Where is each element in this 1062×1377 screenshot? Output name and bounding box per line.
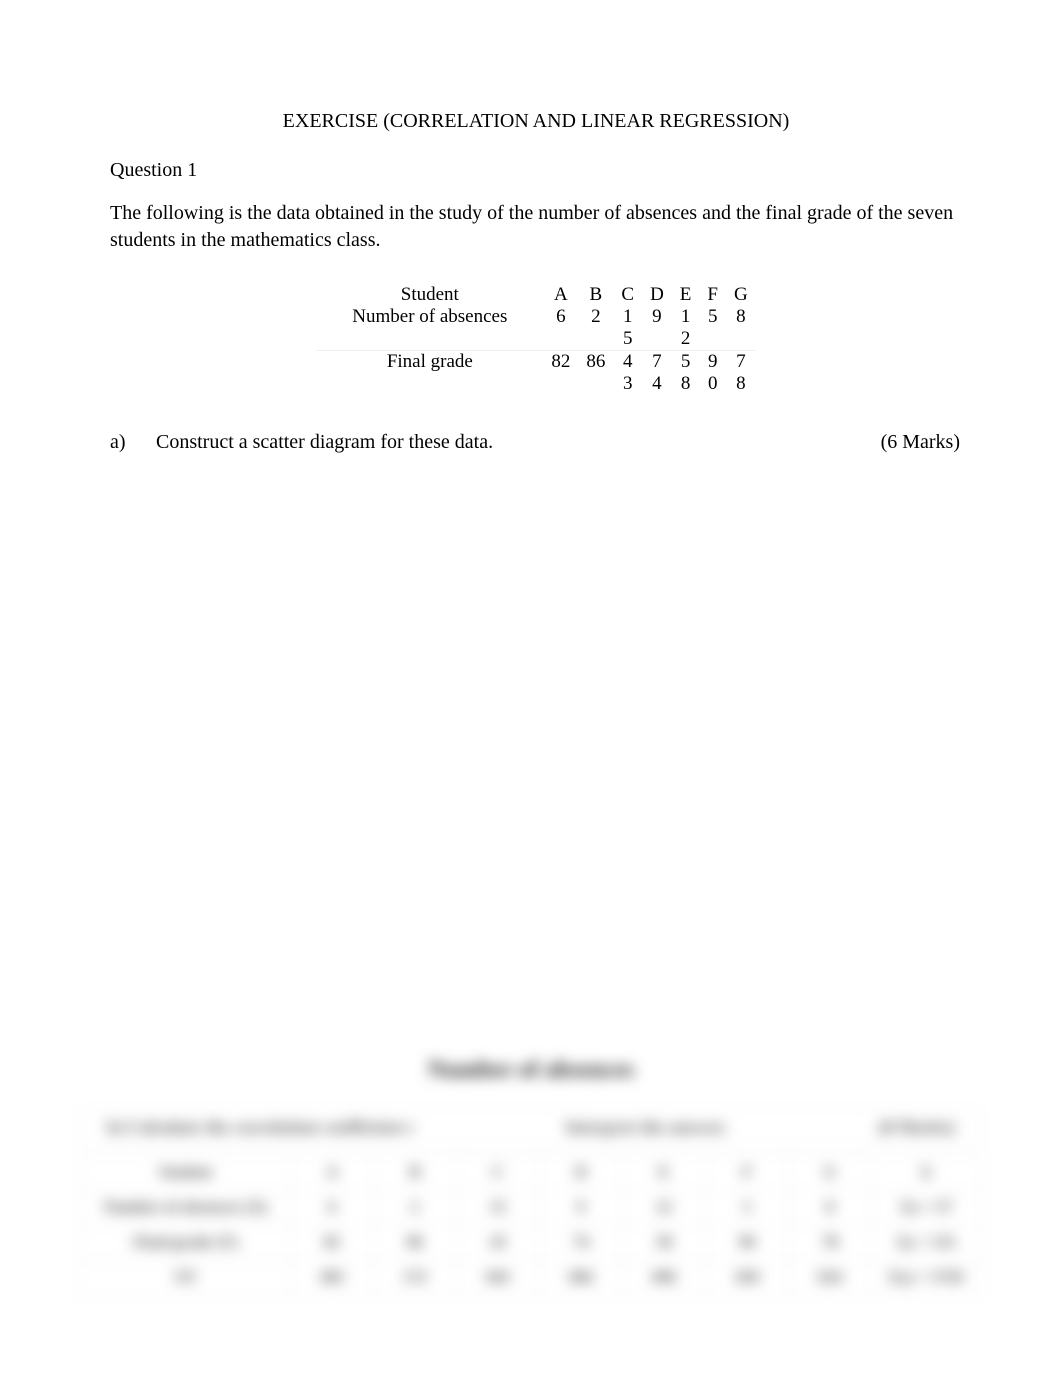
table-cell: 1 — [613, 306, 642, 328]
table-cell: 7 — [726, 351, 756, 374]
blur-table-cell: D — [540, 1156, 623, 1191]
table-cell: 4 — [613, 351, 642, 374]
blur-table-cell: B — [374, 1156, 457, 1191]
table-cell: 86 — [578, 351, 613, 374]
part-a-letter: a) — [110, 431, 138, 454]
blur-table-cell: 666 — [540, 1261, 623, 1296]
blur-table-cell: 2 — [374, 1191, 457, 1226]
blur-table-total: Σ — [872, 1156, 982, 1191]
table-cell — [578, 373, 613, 395]
question-heading: Question 1 — [110, 159, 962, 182]
table-cell: A — [543, 284, 578, 306]
blur-table-label: Number of absences (X) — [81, 1191, 291, 1226]
blur-axis-title: Number of absences — [80, 1057, 982, 1084]
blur-table-label: Student — [81, 1156, 291, 1191]
table-cell: 5 — [672, 351, 700, 374]
blur-table-cell: 43 — [457, 1226, 540, 1261]
blur-part-b-row: b) Calculate the correlation coefficient… — [80, 1108, 982, 1147]
intro-text: The following is the data obtained in th… — [110, 200, 962, 254]
blur-table-cell: 9 — [540, 1191, 623, 1226]
table-cell — [726, 328, 756, 351]
blur-table-cell: A — [291, 1156, 374, 1191]
blur-table-cell: F — [706, 1156, 789, 1191]
part-a-marks: (6 Marks) — [881, 431, 960, 454]
blur-table-cell: 78 — [789, 1226, 872, 1261]
data-table-wrap: Student A B C D E F G Number of absences… — [110, 284, 962, 395]
blur-table-cell: 5 — [706, 1191, 789, 1226]
blur-table-cell: 15 — [457, 1191, 540, 1226]
table-cell: G — [726, 284, 756, 306]
table-cell — [642, 328, 672, 351]
blur-table-cell: 12 — [623, 1191, 706, 1226]
blur-part-b-left: b) Calculate the correlation coefficient… — [107, 1117, 414, 1138]
table-cell: 8 — [726, 306, 756, 328]
part-a-row: a) Construct a scatter diagram for these… — [110, 431, 962, 454]
blur-table-cell: G — [789, 1156, 872, 1191]
table-cell: 82 — [543, 351, 578, 374]
table-cell: 5 — [613, 328, 642, 351]
blur-table-cell: 74 — [540, 1226, 623, 1261]
blur-table-label: XY — [81, 1261, 291, 1296]
table-cell: C — [613, 284, 642, 306]
table-cell: 9 — [699, 351, 726, 374]
blur-part-b-right: (8 Marks) — [879, 1117, 955, 1138]
blur-table-cell: E — [623, 1156, 706, 1191]
table-cell: 4 — [642, 373, 672, 395]
blur-table-cell: 8 — [789, 1191, 872, 1226]
blurred-content: Number of absences b) Calculate the corr… — [0, 1057, 1062, 1377]
table-cell: 2 — [672, 328, 700, 351]
table-cell: 1 — [672, 306, 700, 328]
blur-table-cell: 82 — [291, 1226, 374, 1261]
table-cell: F — [699, 284, 726, 306]
blur-table-cell: 172 — [374, 1261, 457, 1296]
row-absences-label: Number of absences — [316, 306, 543, 351]
table-cell: 6 — [543, 306, 578, 328]
blur-table-cell: 6 — [291, 1191, 374, 1226]
table-cell — [543, 328, 578, 351]
blur-table-cell: 492 — [291, 1261, 374, 1296]
blur-table-cell: 450 — [706, 1261, 789, 1296]
table-cell: E — [672, 284, 700, 306]
table-cell: 0 — [699, 373, 726, 395]
row-grade-label: Final grade — [316, 351, 543, 396]
table-cell: 8 — [672, 373, 700, 395]
table-cell: 5 — [699, 306, 726, 328]
blur-table-total: Σy = 511 — [872, 1226, 982, 1261]
table-cell — [543, 373, 578, 395]
blur-table-label: Final grade (Y) — [81, 1226, 291, 1261]
table-cell: 3 — [613, 373, 642, 395]
blur-table-cell: C — [457, 1156, 540, 1191]
table-cell: 7 — [642, 351, 672, 374]
blur-part-b-mid: Interpret the answer. — [566, 1117, 727, 1138]
table-cell — [578, 328, 613, 351]
blur-table-cell: 696 — [623, 1261, 706, 1296]
part-a-text: Construct a scatter diagram for these da… — [156, 431, 493, 454]
blur-table-cell: 90 — [706, 1226, 789, 1261]
table-cell: B — [578, 284, 613, 306]
blur-table-cell: 624 — [789, 1261, 872, 1296]
table-cell — [699, 328, 726, 351]
page-title: EXERCISE (CORRELATION AND LINEAR REGRESS… — [110, 110, 962, 133]
blur-table-cell: 86 — [374, 1226, 457, 1261]
data-table: Student A B C D E F G Number of absences… — [316, 284, 755, 395]
blur-table-total: Σxy = 3745 — [872, 1261, 982, 1296]
blur-table: Student A B C D E F G Σ Number of absenc… — [80, 1155, 982, 1296]
table-cell: 2 — [578, 306, 613, 328]
table-cell: D — [642, 284, 672, 306]
blur-table-cell: 58 — [623, 1226, 706, 1261]
table-cell: 8 — [726, 373, 756, 395]
blur-table-total: Σx = 57 — [872, 1191, 982, 1226]
table-cell: 9 — [642, 306, 672, 328]
row-student-label: Student — [316, 284, 543, 306]
blur-table-cell: 645 — [457, 1261, 540, 1296]
